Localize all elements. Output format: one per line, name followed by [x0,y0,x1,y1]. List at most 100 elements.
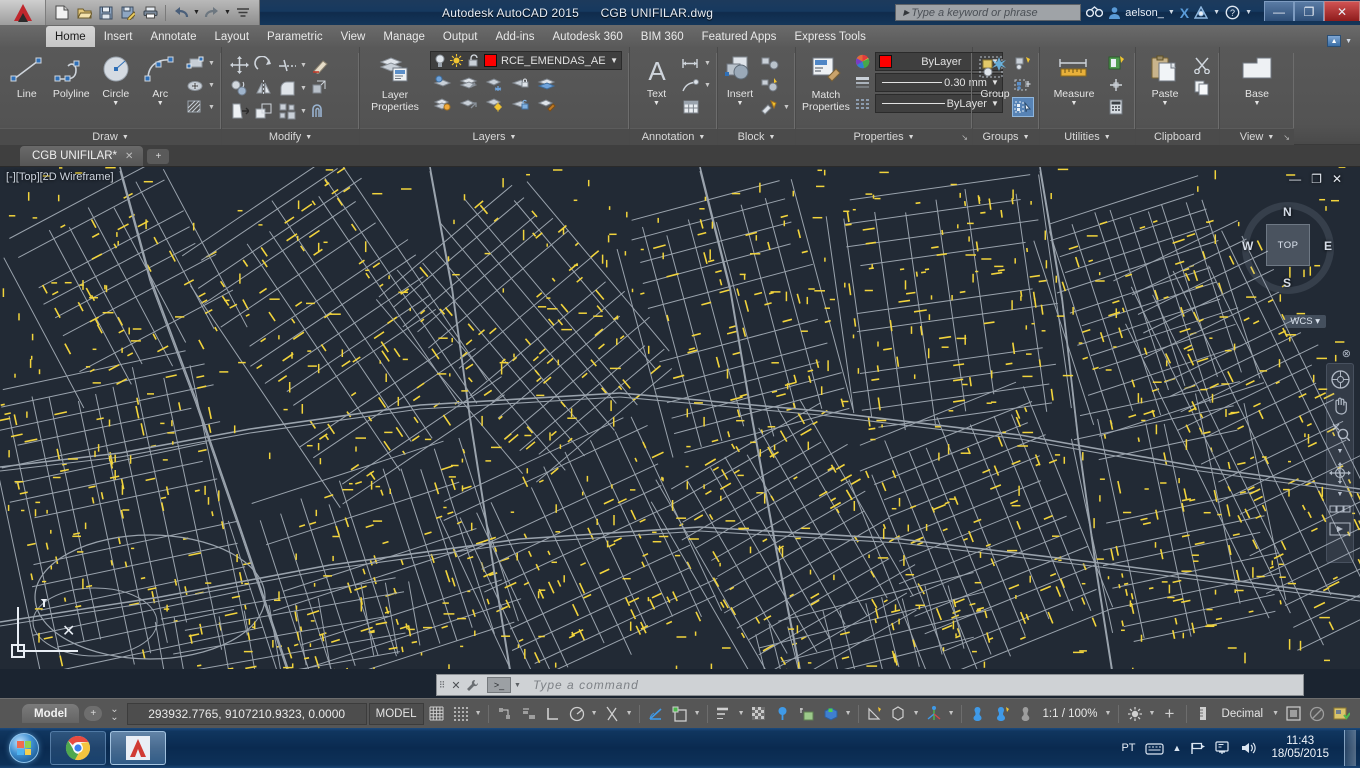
view-cube-top-face[interactable]: TOP [1266,224,1310,266]
dimension-icon[interactable] [680,53,702,73]
panel-caption-draw[interactable]: Draw ▼ [0,128,221,145]
rectangle-dropdown-icon[interactable]: ▼ [208,60,215,67]
ribbon-options-caret-icon[interactable]: ▼ [1345,38,1352,45]
workspace-icon[interactable] [967,702,989,726]
customization-icon[interactable] [1330,702,1352,726]
show-desktop-button[interactable] [1344,730,1356,766]
command-prompt-icon[interactable]: >_ [487,677,511,693]
document-tab-cgb-unifilar[interactable]: CGB UNIFILAR* ✕ [20,146,144,166]
taskbar-clock[interactable]: 11:43 18/05/2015 [1265,735,1335,761]
offset-icon[interactable] [309,101,331,121]
command-line-grip[interactable]: ⠿ [437,675,447,695]
layer-combo-caret-icon[interactable]: ▼ [610,56,618,65]
customize-qat-icon[interactable] [233,3,253,22]
base-dropdown-icon[interactable]: ▼ [1254,100,1261,107]
leader-icon[interactable] [680,75,702,95]
tab-add-ins[interactable]: Add-ins [486,27,543,47]
modify-caption-caret-icon[interactable]: ▼ [305,134,312,141]
taskbar-item-autocad[interactable] [110,731,166,765]
measure-dropdown-icon[interactable]: ▼ [1071,100,1078,107]
draw-arc-button[interactable]: Arc ▼ [140,51,182,107]
layer-isolate-icon[interactable] [430,72,455,92]
copy-icon[interactable] [228,78,250,98]
annotation-visibility-icon[interactable] [864,702,886,726]
command-input[interactable]: Type a command [521,678,1303,692]
group-button[interactable]: Group [979,51,1011,100]
tab-output[interactable]: Output [434,27,487,47]
define-attribute-icon[interactable] [759,97,781,117]
infer-constraints-icon[interactable] [494,702,516,726]
dimension-dropdown-icon[interactable]: ▼ [704,60,711,67]
tray-language[interactable]: PT [1121,742,1135,754]
layer-match-icon[interactable] [456,93,481,113]
snap-mode-icon[interactable] [450,702,472,726]
panel-caption-annotation[interactable]: Annotation ▼ [630,128,717,145]
base-view-button[interactable]: Base ▼ [1232,51,1282,107]
ucs-dropdown-icon[interactable]: ▼ [947,710,956,717]
dynamic-ucs-dropdown-icon[interactable]: ▼ [844,710,853,717]
tab-parametric[interactable]: Parametric [258,27,332,47]
stretch-icon[interactable] [228,101,250,121]
group-edit-icon[interactable] [1012,53,1034,73]
create-block-icon[interactable] [759,53,781,73]
edit-block-icon[interactable] [759,75,781,95]
lightbulb-icon[interactable] [434,54,446,68]
navbar-close-icon[interactable]: ⊗ [1342,347,1351,360]
layer-freeze-icon[interactable] [482,72,507,92]
trim-icon[interactable] [276,55,298,75]
3d-object-snap-icon[interactable] [796,702,818,726]
panel-caption-layers[interactable]: Layers ▼ [360,128,629,145]
space-toggle-button[interactable]: MODEL [368,702,424,725]
view-caption-caret-icon[interactable]: ▼ [1267,134,1274,141]
paste-dropdown-icon[interactable]: ▼ [1162,100,1169,107]
layer-make-current-icon[interactable] [534,72,559,92]
move-icon[interactable] [228,55,250,75]
explode-icon[interactable] [276,101,298,121]
table-icon[interactable] [680,97,702,117]
match-properties-button[interactable]: Match Properties [802,51,850,113]
undo-caret-icon[interactable]: ▼ [193,9,200,16]
ortho-mode-icon[interactable] [542,702,564,726]
orbit-icon[interactable] [1329,462,1351,484]
copy-clip-icon[interactable] [1191,77,1213,97]
units-icon[interactable] [1192,702,1214,726]
panel-caption-properties[interactable]: Properties ▼ ↘ [796,128,972,145]
add-layout-button[interactable]: + [84,706,103,721]
steering-wheel-icon[interactable] [1330,370,1350,389]
panel-caption-modify[interactable]: Modify ▼ [222,128,359,145]
tab-manage[interactable]: Manage [374,27,434,47]
tab-layout[interactable]: Layout [206,27,259,47]
fillet-dropdown-icon[interactable]: ▼ [300,85,307,92]
text-button[interactable]: A Text ▼ [636,51,677,107]
trim-dropdown-icon[interactable]: ▼ [300,62,307,69]
cut-icon[interactable] [1191,55,1213,75]
polar-tracking-icon[interactable] [566,702,588,726]
ellipse-icon[interactable] [184,75,206,95]
restore-button[interactable]: ❐ [1294,1,1324,21]
save-icon[interactable] [96,3,116,22]
showmotion-icon[interactable] [1329,505,1351,515]
layer-unlock-icon[interactable] [508,93,533,113]
ribbon-minimize-icon[interactable]: ▲ [1327,35,1342,47]
drawing-canvas[interactable]: [-][Top][2D Wireframe] — ❐ ✕ TOP N S E W… [0,167,1360,669]
view-dialog-launcher[interactable]: ↘ [1283,133,1290,142]
tab-autodesk-360[interactable]: Autodesk 360 [543,27,631,47]
units-dropdown-icon[interactable]: ▼ [1271,710,1280,717]
viewport-minimize-button[interactable]: — [1289,172,1301,186]
layers-caption-caret-icon[interactable]: ▼ [510,134,517,141]
lineweight-dropdown-icon[interactable]: ▼ [737,710,746,717]
insert-block-button[interactable]: Insert ▼ [724,51,756,107]
panel-caption-groups[interactable]: Groups ▼ [973,128,1039,145]
hatch-dropdown-icon[interactable]: ▼ [208,104,215,111]
start-button[interactable] [2,731,46,765]
osnap-dropdown-icon[interactable]: ▼ [693,710,702,717]
osnap-track-dropdown-icon[interactable]: ▼ [625,710,634,717]
tab-express-tools[interactable]: Express Tools [785,27,874,47]
rotate-icon[interactable] [252,55,274,75]
dynamic-ucs-icon[interactable] [820,702,842,726]
text-dropdown-icon[interactable]: ▼ [653,100,660,107]
tab-insert[interactable]: Insert [95,27,142,47]
annotation-monitor-icon[interactable] [991,702,1013,726]
help-caret-icon[interactable]: ▼ [1245,9,1252,16]
object-snap-tracking-icon[interactable] [601,702,623,726]
